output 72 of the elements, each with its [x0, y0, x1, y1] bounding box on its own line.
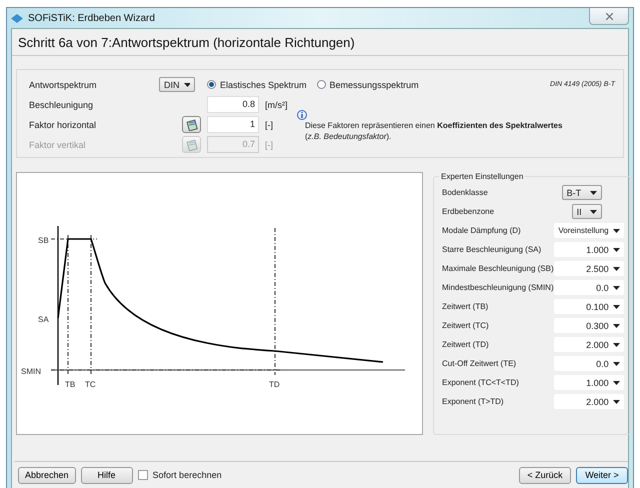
field-label: Mindestbeschleunigung (SMIN)	[442, 283, 554, 292]
caret-icon	[612, 400, 620, 404]
value-field[interactable]: 1	[207, 116, 259, 133]
value-combo[interactable]: 0.0	[554, 356, 624, 371]
info-icon	[297, 110, 307, 120]
step-title: Schritt 6a von 7:Antwortspektrum (horizontale Richtungen)	[18, 34, 355, 50]
checkbox-label: Sofort berechnen	[152, 470, 222, 480]
field-label: Bodenklasse	[442, 188, 488, 197]
caret-icon	[612, 304, 620, 308]
caret-icon	[612, 228, 620, 232]
radio-option[interactable]: Bemessungsspektrum	[316, 80, 419, 90]
field-label: Erdbebenzone	[442, 207, 494, 216]
value-combo[interactable]: 2.000	[554, 394, 624, 409]
field-label: Modale Dämpfung (D)	[442, 226, 521, 235]
value-combo[interactable]: 2.500	[554, 261, 624, 276]
dialog-button[interactable]: Hilfe	[80, 466, 133, 484]
value-combo[interactable]: 0.300	[554, 318, 624, 333]
field-label: Faktor vertikal	[29, 140, 86, 150]
caret-icon	[590, 210, 597, 214]
axis-label: SB	[38, 236, 49, 245]
close-button[interactable]	[589, 8, 629, 25]
notepad-icon	[186, 118, 198, 130]
info-text: Diese Faktoren repräsentieren einen Koeffizienten des Spektralwertes (z.B. Bedeutungsfaktor).	[305, 120, 562, 142]
field-label: Exponent (TC<T<TD)	[442, 378, 519, 387]
caret-icon	[184, 82, 190, 86]
value-select[interactable]: II	[572, 204, 602, 219]
notepad-icon	[186, 138, 198, 150]
dialog-button[interactable]: Abbrechen	[18, 466, 76, 484]
field-label: Antwortspektrum	[29, 80, 97, 90]
field-label: Faktor horizontal	[29, 120, 96, 130]
unit-label: [m/s²]	[265, 100, 288, 110]
window-title: SOFiSTiK: Erdbeben Wizard	[28, 12, 155, 24]
field-label: Zeitwert (TD)	[442, 340, 489, 349]
value-field[interactable]: 0.8	[207, 96, 259, 113]
value-combo[interactable]: 1.000	[554, 242, 624, 257]
field-label: Zeitwert (TB)	[442, 302, 488, 311]
value-combo[interactable]: 0.0	[554, 280, 624, 295]
field-label: Starre Beschleunigung (SA)	[442, 245, 542, 254]
caret-icon	[612, 248, 620, 252]
value-combo[interactable]: 1.000	[554, 375, 624, 390]
nav-button[interactable]: Weiter >	[576, 466, 628, 484]
field-label: Exponent (T>TD)	[442, 397, 504, 406]
app-icon	[11, 14, 23, 22]
caret-icon	[590, 190, 597, 194]
axis-label: TD	[269, 380, 280, 389]
axis-label: TB	[65, 380, 76, 389]
caret-icon	[612, 380, 620, 384]
field-label: Maximale Beschleunigung (SB)	[442, 264, 554, 273]
nav-button[interactable]: < Zurück	[519, 466, 571, 484]
axis-label: TC	[85, 380, 96, 389]
caret-icon	[612, 342, 620, 346]
caret-icon	[612, 286, 620, 290]
spectrum-select[interactable]: DIN	[159, 77, 195, 92]
group-title: Experten Einstellungen	[440, 172, 524, 181]
value-combo[interactable]: Voreinstellung	[554, 223, 624, 238]
caret-icon	[612, 266, 620, 270]
value-select[interactable]: B-T	[562, 185, 602, 200]
checkbox[interactable]	[138, 470, 148, 480]
radio-option[interactable]: Elastisches Spektrum	[207, 80, 307, 90]
caret-icon	[612, 362, 620, 366]
value-combo[interactable]: 2.000	[554, 337, 624, 352]
factor-button[interactable]	[182, 116, 201, 133]
value-combo[interactable]: 0.100	[554, 299, 624, 314]
unit-label: [-]	[265, 120, 274, 130]
close-icon	[606, 12, 612, 20]
field-label: Cut-Off Zeitwert (TE)	[442, 359, 516, 368]
field-label: Zeitwert (TC)	[442, 321, 489, 330]
caret-icon	[612, 324, 620, 328]
unit-label: [-]	[265, 140, 274, 150]
field-label: Beschleunigung	[29, 100, 94, 110]
axis-label: SMIN	[21, 367, 41, 376]
axis-label: SA	[38, 315, 49, 324]
